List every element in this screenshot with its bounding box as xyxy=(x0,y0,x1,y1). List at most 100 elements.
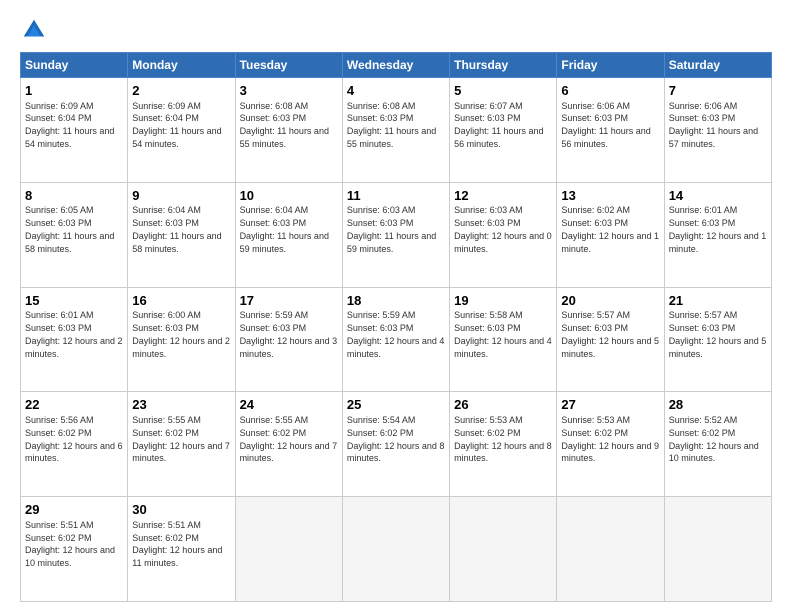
day-number: 15 xyxy=(25,292,123,310)
day-cell-20: 20Sunrise: 5:57 AMSunset: 6:03 PMDayligh… xyxy=(557,287,664,392)
day-info: Sunrise: 6:04 AMSunset: 6:03 PMDaylight:… xyxy=(132,205,221,253)
day-number: 8 xyxy=(25,187,123,205)
day-info: Sunrise: 5:55 AMSunset: 6:02 PMDaylight:… xyxy=(132,415,230,463)
day-number: 23 xyxy=(132,396,230,414)
week-row-5: 29Sunrise: 5:51 AMSunset: 6:02 PMDayligh… xyxy=(21,497,772,602)
col-header-saturday: Saturday xyxy=(664,53,771,78)
day-cell-4: 4Sunrise: 6:08 AMSunset: 6:03 PMDaylight… xyxy=(342,78,449,183)
day-cell-1: 1Sunrise: 6:09 AMSunset: 6:04 PMDaylight… xyxy=(21,78,128,183)
day-info: Sunrise: 5:58 AMSunset: 6:03 PMDaylight:… xyxy=(454,310,552,358)
week-row-4: 22Sunrise: 5:56 AMSunset: 6:02 PMDayligh… xyxy=(21,392,772,497)
day-number: 14 xyxy=(669,187,767,205)
col-header-monday: Monday xyxy=(128,53,235,78)
day-number: 9 xyxy=(132,187,230,205)
day-cell-6: 6Sunrise: 6:06 AMSunset: 6:03 PMDaylight… xyxy=(557,78,664,183)
day-number: 25 xyxy=(347,396,445,414)
empty-cell xyxy=(342,497,449,602)
col-header-friday: Friday xyxy=(557,53,664,78)
day-number: 5 xyxy=(454,82,552,100)
day-number: 20 xyxy=(561,292,659,310)
day-cell-10: 10Sunrise: 6:04 AMSunset: 6:03 PMDayligh… xyxy=(235,182,342,287)
day-info: Sunrise: 5:54 AMSunset: 6:02 PMDaylight:… xyxy=(347,415,445,463)
logo-icon xyxy=(20,16,48,44)
day-number: 4 xyxy=(347,82,445,100)
day-info: Sunrise: 5:55 AMSunset: 6:02 PMDaylight:… xyxy=(240,415,338,463)
day-number: 18 xyxy=(347,292,445,310)
day-info: Sunrise: 6:07 AMSunset: 6:03 PMDaylight:… xyxy=(454,101,543,149)
day-cell-28: 28Sunrise: 5:52 AMSunset: 6:02 PMDayligh… xyxy=(664,392,771,497)
day-cell-13: 13Sunrise: 6:02 AMSunset: 6:03 PMDayligh… xyxy=(557,182,664,287)
day-cell-5: 5Sunrise: 6:07 AMSunset: 6:03 PMDaylight… xyxy=(450,78,557,183)
day-cell-26: 26Sunrise: 5:53 AMSunset: 6:02 PMDayligh… xyxy=(450,392,557,497)
day-number: 21 xyxy=(669,292,767,310)
day-number: 13 xyxy=(561,187,659,205)
day-cell-21: 21Sunrise: 5:57 AMSunset: 6:03 PMDayligh… xyxy=(664,287,771,392)
day-number: 26 xyxy=(454,396,552,414)
day-number: 24 xyxy=(240,396,338,414)
day-cell-11: 11Sunrise: 6:03 AMSunset: 6:03 PMDayligh… xyxy=(342,182,449,287)
day-cell-3: 3Sunrise: 6:08 AMSunset: 6:03 PMDaylight… xyxy=(235,78,342,183)
day-info: Sunrise: 5:56 AMSunset: 6:02 PMDaylight:… xyxy=(25,415,123,463)
day-info: Sunrise: 6:04 AMSunset: 6:03 PMDaylight:… xyxy=(240,205,329,253)
col-header-wednesday: Wednesday xyxy=(342,53,449,78)
day-cell-25: 25Sunrise: 5:54 AMSunset: 6:02 PMDayligh… xyxy=(342,392,449,497)
empty-cell xyxy=(557,497,664,602)
day-number: 16 xyxy=(132,292,230,310)
day-number: 1 xyxy=(25,82,123,100)
week-row-3: 15Sunrise: 6:01 AMSunset: 6:03 PMDayligh… xyxy=(21,287,772,392)
day-info: Sunrise: 5:52 AMSunset: 6:02 PMDaylight:… xyxy=(669,415,759,463)
day-number: 12 xyxy=(454,187,552,205)
day-cell-19: 19Sunrise: 5:58 AMSunset: 6:03 PMDayligh… xyxy=(450,287,557,392)
day-info: Sunrise: 6:09 AMSunset: 6:04 PMDaylight:… xyxy=(132,101,221,149)
day-cell-30: 30Sunrise: 5:51 AMSunset: 6:02 PMDayligh… xyxy=(128,497,235,602)
day-number: 17 xyxy=(240,292,338,310)
day-number: 11 xyxy=(347,187,445,205)
col-header-tuesday: Tuesday xyxy=(235,53,342,78)
day-number: 30 xyxy=(132,501,230,519)
day-info: Sunrise: 6:05 AMSunset: 6:03 PMDaylight:… xyxy=(25,205,114,253)
day-info: Sunrise: 6:01 AMSunset: 6:03 PMDaylight:… xyxy=(669,205,767,253)
week-row-1: 1 Sunrise: 6:09 AMSunset: 6:04 PMDaylight… xyxy=(21,78,772,183)
day-cell-18: 18Sunrise: 5:59 AMSunset: 6:03 PMDayligh… xyxy=(342,287,449,392)
day-number: 7 xyxy=(669,82,767,100)
day-info: Sunrise: 5:53 AMSunset: 6:02 PMDaylight:… xyxy=(454,415,552,463)
day-cell-14: 14Sunrise: 6:01 AMSunset: 6:03 PMDayligh… xyxy=(664,182,771,287)
day-number: 29 xyxy=(25,501,123,519)
day-number: 27 xyxy=(561,396,659,414)
day-info: Sunrise: 5:51 AMSunset: 6:02 PMDaylight:… xyxy=(25,520,115,568)
day-number: 3 xyxy=(240,82,338,100)
day-number: 22 xyxy=(25,396,123,414)
week-row-2: 8Sunrise: 6:05 AMSunset: 6:03 PMDaylight… xyxy=(21,182,772,287)
day-cell-27: 27Sunrise: 5:53 AMSunset: 6:02 PMDayligh… xyxy=(557,392,664,497)
page: SundayMondayTuesdayWednesdayThursdayFrid… xyxy=(0,0,792,612)
day-info: Sunrise: 6:03 AMSunset: 6:03 PMDaylight:… xyxy=(454,205,552,253)
day-cell-24: 24Sunrise: 5:55 AMSunset: 6:02 PMDayligh… xyxy=(235,392,342,497)
day-info: Sunrise: 6:03 AMSunset: 6:03 PMDaylight:… xyxy=(347,205,436,253)
calendar-table: SundayMondayTuesdayWednesdayThursdayFrid… xyxy=(20,52,772,602)
day-number: 6 xyxy=(561,82,659,100)
day-info: Sunrise: 5:57 AMSunset: 6:03 PMDaylight:… xyxy=(669,310,767,358)
day-cell-7: 7Sunrise: 6:06 AMSunset: 6:03 PMDaylight… xyxy=(664,78,771,183)
day-info: Sunrise: 6:06 AMSunset: 6:03 PMDaylight:… xyxy=(561,101,650,149)
day-info: Sunrise: 6:08 AMSunset: 6:03 PMDaylight:… xyxy=(347,101,436,149)
day-info: Sunrise: 6:08 AMSunset: 6:03 PMDaylight:… xyxy=(240,101,329,149)
day-number: 28 xyxy=(669,396,767,414)
day-info: Sunrise: 5:53 AMSunset: 6:02 PMDaylight:… xyxy=(561,415,659,463)
day-cell-15: 15Sunrise: 6:01 AMSunset: 6:03 PMDayligh… xyxy=(21,287,128,392)
col-header-thursday: Thursday xyxy=(450,53,557,78)
day-info: Sunrise: 6:02 AMSunset: 6:03 PMDaylight:… xyxy=(561,205,659,253)
day-info: Sunrise: 5:57 AMSunset: 6:03 PMDaylight:… xyxy=(561,310,659,358)
col-header-sunday: Sunday xyxy=(21,53,128,78)
day-cell-29: 29Sunrise: 5:51 AMSunset: 6:02 PMDayligh… xyxy=(21,497,128,602)
day-info: Sunrise: 6:00 AMSunset: 6:03 PMDaylight:… xyxy=(132,310,230,358)
day-info: Sunrise: 5:59 AMSunset: 6:03 PMDaylight:… xyxy=(240,310,338,358)
day-cell-9: 9Sunrise: 6:04 AMSunset: 6:03 PMDaylight… xyxy=(128,182,235,287)
day-info: Sunrise: 6:01 AMSunset: 6:03 PMDaylight:… xyxy=(25,310,123,358)
day-cell-17: 17Sunrise: 5:59 AMSunset: 6:03 PMDayligh… xyxy=(235,287,342,392)
empty-cell xyxy=(664,497,771,602)
day-cell-23: 23Sunrise: 5:55 AMSunset: 6:02 PMDayligh… xyxy=(128,392,235,497)
day-info: Sunrise: 5:59 AMSunset: 6:03 PMDaylight:… xyxy=(347,310,445,358)
day-info: Sunrise: 6:06 AMSunset: 6:03 PMDaylight:… xyxy=(669,101,758,149)
day-info: Sunrise: 5:51 AMSunset: 6:02 PMDaylight:… xyxy=(132,520,222,568)
day-number: 10 xyxy=(240,187,338,205)
